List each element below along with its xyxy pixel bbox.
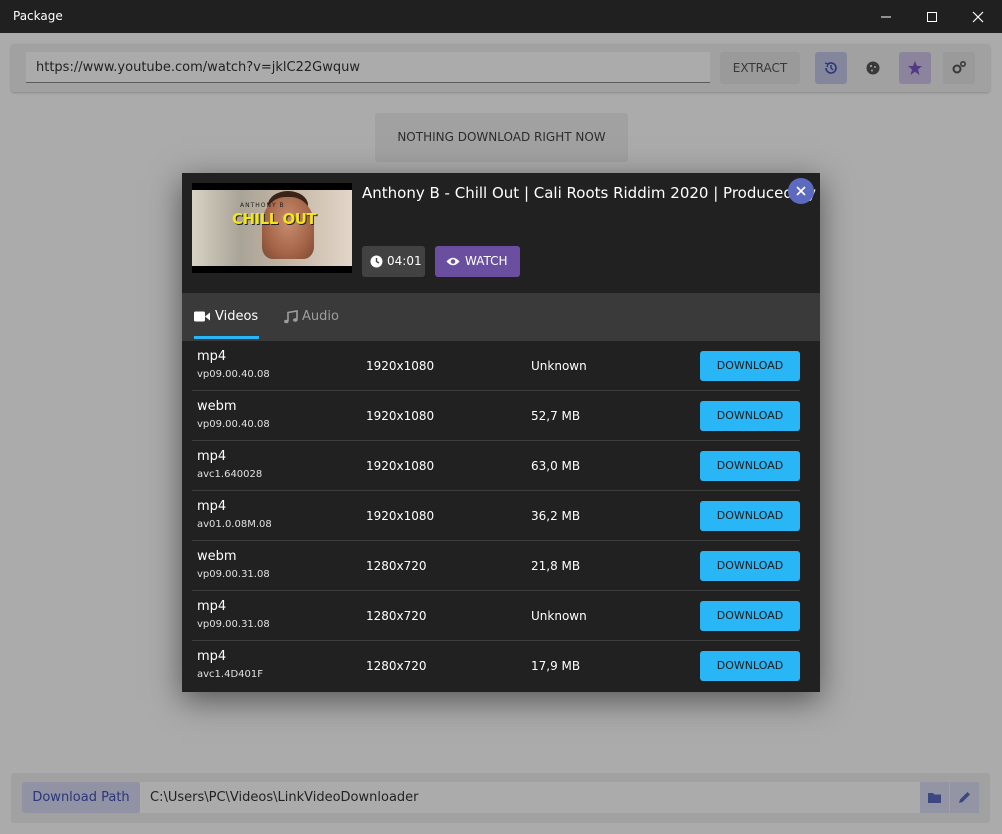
duration-text: 04:01: [387, 254, 422, 268]
download-button[interactable]: DOWNLOAD: [700, 651, 800, 681]
format-name: webm: [197, 399, 237, 414]
format-size: Unknown: [531, 359, 587, 373]
list-item: mp4 av01.0.08M.08 1920x1080 36,2 MB DOWN…: [192, 491, 800, 541]
download-button[interactable]: DOWNLOAD: [700, 601, 800, 631]
clock-icon: [370, 255, 383, 268]
format-codec: vp09.00.40.08: [197, 369, 270, 380]
close-window-button[interactable]: [955, 0, 1001, 33]
format-name: mp4: [197, 449, 227, 464]
list-item: mp4 avc1.4D401F 1280x720 17,9 MB DOWNLOA…: [192, 641, 800, 691]
format-resolution: 1280x720: [366, 609, 427, 623]
format-name: mp4: [197, 499, 227, 514]
maximize-icon: [927, 12, 937, 22]
format-resolution: 1920x1080: [366, 359, 435, 373]
format-name: mp4: [197, 349, 227, 364]
video-thumbnail: ANTHONY B CHILL OUT: [192, 183, 352, 273]
tab-audio-label: Audio: [302, 309, 339, 324]
format-list: mp4 vp09.00.40.08 1920x1080 Unknown DOWN…: [192, 341, 800, 691]
tab-videos-label: Videos: [215, 309, 259, 324]
download-button[interactable]: DOWNLOAD: [700, 451, 800, 481]
video-details-dialog: ANTHONY B CHILL OUT Anthony B - Chill Ou…: [182, 173, 820, 692]
minimize-icon: [881, 16, 891, 18]
eye-icon: [446, 257, 460, 266]
download-button[interactable]: DOWNLOAD: [700, 551, 800, 581]
format-resolution: 1280x720: [366, 659, 427, 673]
format-resolution: 1920x1080: [366, 509, 435, 523]
thumbnail-subtext: ANTHONY B: [240, 202, 285, 209]
format-codec: av01.0.08M.08: [197, 519, 272, 530]
minimize-button[interactable]: [863, 0, 909, 33]
format-name: mp4: [197, 649, 227, 664]
format-name: mp4: [197, 599, 227, 614]
watch-button[interactable]: WATCH: [435, 246, 520, 277]
video-camera-icon: [194, 311, 210, 322]
list-item: mp4 vp09.00.40.08 1920x1080 Unknown DOWN…: [192, 341, 800, 391]
tab-videos[interactable]: Videos: [194, 293, 259, 341]
maximize-button[interactable]: [909, 0, 955, 33]
format-codec: avc1.4D401F: [197, 669, 263, 680]
format-name: webm: [197, 549, 237, 564]
tab-audio[interactable]: Audio: [283, 293, 343, 341]
format-size: 21,8 MB: [531, 559, 581, 573]
format-tabs: Videos Audio: [182, 293, 820, 341]
format-resolution: 1920x1080: [366, 409, 435, 423]
format-resolution: 1920x1080: [366, 459, 435, 473]
list-item: webm vp09.00.31.08 1280x720 21,8 MB DOWN…: [192, 541, 800, 591]
download-button[interactable]: DOWNLOAD: [700, 401, 800, 431]
download-button[interactable]: DOWNLOAD: [700, 501, 800, 531]
video-title: Anthony B - Chill Out | Cali Roots Riddi…: [362, 184, 820, 202]
format-codec: vp09.00.40.08: [197, 419, 270, 430]
music-note-icon: [284, 310, 298, 324]
list-item: webm vp09.00.40.08 1920x1080 52,7 MB DOW…: [192, 391, 800, 441]
list-item: mp4 avc1.640028 1920x1080 63,0 MB DOWNLO…: [192, 441, 800, 491]
download-button[interactable]: DOWNLOAD: [700, 351, 800, 381]
watch-label: WATCH: [465, 254, 508, 268]
format-resolution: 1280x720: [366, 559, 427, 573]
close-dialog-button[interactable]: [788, 178, 814, 204]
tab-selected-indicator: [194, 336, 259, 339]
close-icon: [796, 186, 806, 196]
format-codec: avc1.640028: [197, 469, 263, 480]
format-size: 63,0 MB: [531, 459, 581, 473]
thumbnail-logo: CHILL OUT: [232, 210, 317, 228]
format-size: 17,9 MB: [531, 659, 581, 673]
format-size: Unknown: [531, 609, 587, 623]
title-bar: Package: [0, 0, 1002, 33]
format-size: 52,7 MB: [531, 409, 581, 423]
format-size: 36,2 MB: [531, 509, 581, 523]
format-codec: vp09.00.31.08: [197, 569, 270, 580]
window-title: Package: [13, 9, 63, 23]
close-icon: [972, 11, 984, 23]
duration-badge: 04:01: [362, 246, 425, 277]
list-item: mp4 vp09.00.31.08 1280x720 Unknown DOWNL…: [192, 591, 800, 641]
format-codec: vp09.00.31.08: [197, 619, 270, 630]
